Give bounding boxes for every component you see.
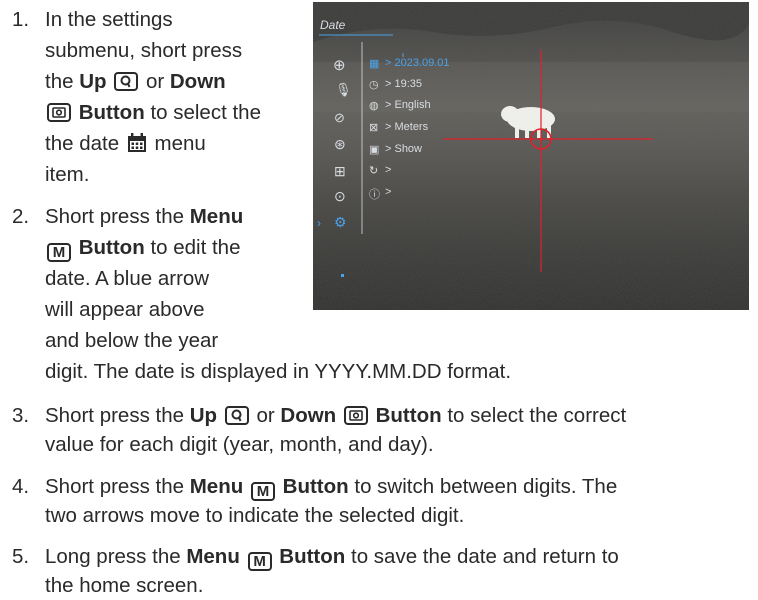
magnifier-key-icon [224,406,249,425]
selection-arrow-icon: › [317,216,321,230]
device-screenshot: Date ⊕ 🎙 ⊘ ⊛ ⊞ ⊙ › ⚙ ▦ > 2023.09.01 ◷ > … [313,2,749,310]
settings-star-icon: ⊛ [334,136,346,152]
up-label: Up [79,70,107,93]
step-text: will appear above [45,298,205,321]
step-text: and below the year [45,329,219,352]
down-label: Down [169,70,226,93]
step-number: 3. [12,404,30,427]
step-number: 4. [12,475,30,498]
step-text: Long press the Menu M Button to save the… [45,545,619,571]
ruler-icon: ⊠ [369,122,379,134]
step-text: In the settings [45,8,173,31]
reticle [319,34,653,277]
info-value: > [385,186,392,198]
language-value: > English [385,99,431,111]
step-text: Button to select the [45,100,261,127]
step-text: the date menu [45,131,206,161]
step-text: the home screen. [45,574,204,597]
display-icon: ▣ [369,144,380,156]
step-text: submenu, short press [45,39,243,62]
step-text: item. [45,163,90,186]
magnifier-key-icon [114,72,139,91]
step-text: Short press the Menu [45,205,244,228]
step-text: two arrows move to indicate the selected… [45,504,465,527]
reset-icon: ↻ [369,165,379,177]
camera-key-icon [47,103,71,122]
step-text: M Button to edit the [45,235,240,262]
calendar-icon: ▦ [369,58,380,70]
step-text: Short press the Menu M Button to switch … [45,475,618,501]
frame-plus-icon: ⊞ [334,163,346,179]
step-text: digit. The date is displayed in YYYY.MM.… [45,360,512,383]
units-value: > Meters [385,121,429,133]
crosshair-icon: ⊕ [333,57,346,74]
step-text: Short press the Up or Down Button to sel… [45,404,627,427]
screen-off-icon: ⊘ [334,110,345,125]
step-number: 5. [12,545,30,568]
step-text: the Up or Down [45,70,226,93]
step-number: 2. [12,205,30,228]
clock-icon: ◷ [369,79,379,91]
m-key-icon: M [250,482,275,501]
compass-icon: ⊙ [334,188,346,204]
reset-value: > [385,164,392,176]
show-value: > Show [385,143,422,155]
step-text: value for each digit (year, month, and d… [45,433,434,456]
date-value: > 2023.09.01 [385,57,450,69]
m-key-icon: M [47,243,71,262]
step-number: 1. [12,8,30,31]
time-value: > 19:35 [385,78,423,90]
microphone-icon: 🎙 [335,82,352,97]
step-text: date. A blue arrow [45,267,210,290]
gear-icon: ⚙ [334,214,347,230]
globe-icon: ◍ [369,100,379,112]
m-key-icon: M [247,552,272,571]
menu-title: Date [320,18,346,32]
camera-key-icon [343,406,368,425]
info-icon: ⓘ [369,189,380,201]
calendar-icon [127,133,147,161]
